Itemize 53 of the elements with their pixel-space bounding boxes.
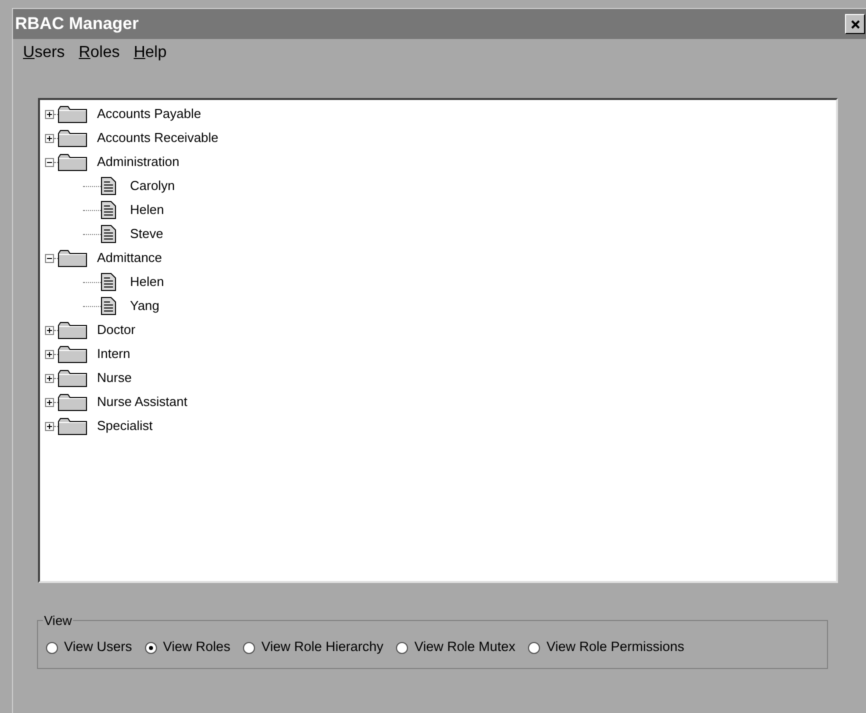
- tree-item[interactable]: Steve: [130, 224, 164, 244]
- expand-icon[interactable]: [45, 350, 54, 358]
- radio-button[interactable]: [243, 642, 256, 654]
- radio-button[interactable]: [145, 642, 158, 654]
- radio-option[interactable]: View Role Permissions: [528, 637, 684, 658]
- tree-item[interactable]: Accounts Receivable: [97, 128, 218, 148]
- folder-icon: [58, 322, 87, 338]
- tree-item[interactable]: Admittance: [97, 248, 162, 268]
- expand-icon[interactable]: [45, 326, 54, 334]
- tree-item[interactable]: Helen: [130, 272, 164, 292]
- document-icon: [101, 297, 116, 315]
- close-icon: [850, 20, 860, 28]
- folder-icon: [58, 106, 87, 122]
- radio-option[interactable]: View Role Hierarchy: [243, 637, 384, 658]
- collapse-icon[interactable]: [45, 254, 54, 262]
- tree-item[interactable]: Administration: [97, 152, 180, 172]
- expand-icon[interactable]: [45, 110, 54, 118]
- document-icon: [101, 225, 116, 243]
- folder-icon: [58, 394, 87, 410]
- collapse-icon[interactable]: [45, 158, 54, 166]
- tree-item[interactable]: Doctor: [97, 320, 136, 340]
- tree-item[interactable]: Accounts Payable: [97, 104, 202, 124]
- radio-button[interactable]: [396, 642, 408, 654]
- folder-icon: [58, 418, 87, 434]
- expand-icon[interactable]: [45, 374, 54, 382]
- tree-item[interactable]: Nurse: [97, 368, 132, 388]
- folder-icon: [58, 370, 87, 386]
- tree-item[interactable]: Yang: [130, 296, 160, 316]
- close-button[interactable]: [845, 14, 865, 34]
- document-icon: [101, 201, 116, 219]
- tree-item[interactable]: Specialist: [97, 416, 153, 436]
- tree-item[interactable]: Helen: [130, 200, 164, 220]
- radio-button[interactable]: [528, 642, 540, 654]
- tree-item[interactable]: Carolyn: [130, 176, 175, 196]
- tree-item[interactable]: Intern: [97, 344, 130, 364]
- tree-item[interactable]: Nurse Assistant: [97, 392, 188, 412]
- folder-icon: [58, 346, 87, 362]
- radio-option[interactable]: View Users: [46, 637, 132, 658]
- radio-button[interactable]: [46, 642, 58, 654]
- expand-icon[interactable]: [45, 422, 54, 430]
- window-title: RBAC Manager: [15, 13, 139, 36]
- folder-icon: [58, 250, 87, 266]
- menu-item[interactable]: Help: [134, 41, 167, 65]
- folder-icon: [58, 130, 87, 146]
- document-icon: [101, 273, 116, 291]
- menu-item[interactable]: Users: [23, 41, 65, 65]
- document-icon: [101, 177, 116, 195]
- expand-icon[interactable]: [45, 398, 54, 406]
- radio-option[interactable]: View Roles: [145, 637, 230, 658]
- radio-option[interactable]: View Role Mutex: [396, 637, 516, 658]
- menu-item[interactable]: Roles: [78, 41, 120, 65]
- expand-icon[interactable]: [45, 134, 54, 142]
- folder-icon: [58, 154, 87, 170]
